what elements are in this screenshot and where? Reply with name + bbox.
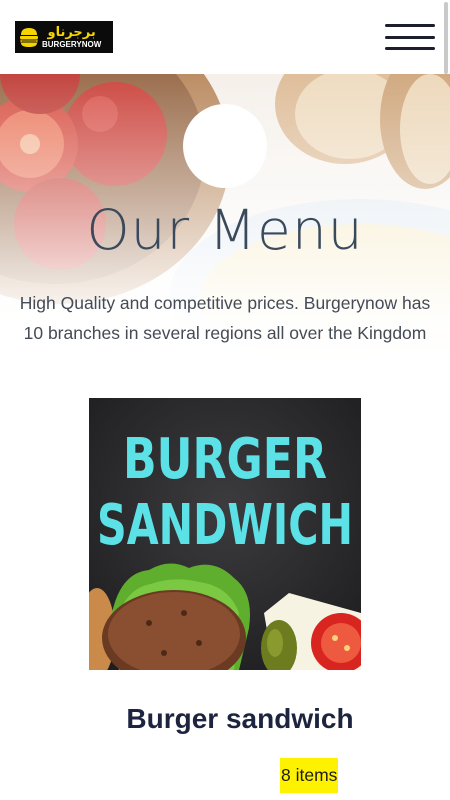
page-scrollbar[interactable] xyxy=(444,2,448,74)
hamburger-menu-icon[interactable] xyxy=(385,24,435,50)
hero-section: Our Menu High Quality and competitive pr… xyxy=(0,74,450,360)
logo-arabic-text: برجرناو xyxy=(47,24,96,40)
image-text-line2: SANDWICH xyxy=(97,493,353,558)
site-header: برجرناو BURGERYNOW xyxy=(0,0,450,74)
menu-bar xyxy=(385,35,435,39)
image-text-line1: BURGER xyxy=(123,427,327,492)
menu-bar xyxy=(385,24,435,27)
hero-description: High Quality and competitive prices. Bur… xyxy=(19,293,431,343)
logo-english-text: BURGERYNOW xyxy=(42,39,102,49)
category-image[interactable]: BURGER SANDWICH xyxy=(89,398,361,670)
category-title[interactable]: Burger sandwich xyxy=(0,703,450,735)
logo-wordmark: برجرناو BURGERYNOW xyxy=(42,26,101,49)
brand-logo[interactable]: برجرناو BURGERYNOW xyxy=(15,21,113,53)
page-title: Our Menu xyxy=(86,198,364,262)
hero-circle xyxy=(183,104,267,188)
burger-sandwich-image: BURGER SANDWICH xyxy=(89,398,361,670)
item-count-badge: 8 items xyxy=(280,758,339,793)
menu-bar xyxy=(385,47,435,50)
burger-logo-icon xyxy=(20,28,38,47)
